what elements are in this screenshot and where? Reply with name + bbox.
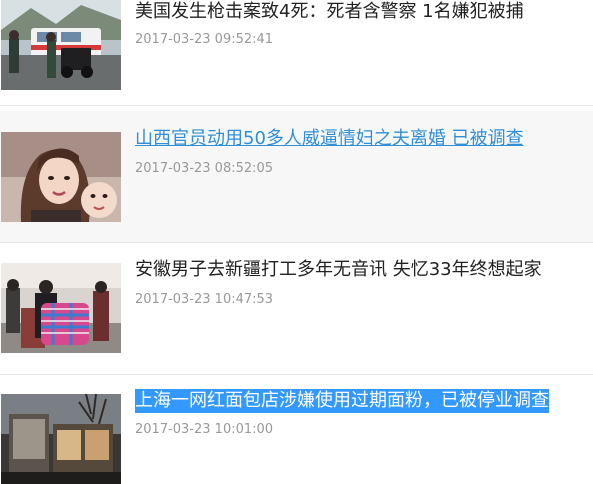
news-item[interactable]: 安徽男子去新疆打工多年无音讯 失忆33年终想起家 2017-03-23 10:4… <box>0 243 593 375</box>
news-headline[interactable]: 上海一网红面包店涉嫌使用过期面粉，已被停业调查 <box>135 389 549 413</box>
news-thumbnail[interactable] <box>1 263 121 353</box>
news-timestamp: 2017-03-23 09:52:41 <box>135 32 274 47</box>
news-item[interactable]: 上海一网红面包店涉嫌使用过期面粉，已被停业调查 2017-03-23 10:01… <box>0 375 593 484</box>
news-thumbnail[interactable] <box>1 0 121 90</box>
news-item[interactable]: 山西官员动用50多人威逼情妇之夫离婚 已被调查 2017-03-23 08:52… <box>0 111 593 243</box>
news-thumbnail[interactable] <box>1 394 121 484</box>
news-timestamp: 2017-03-23 08:52:05 <box>135 161 274 176</box>
news-headline[interactable]: 美国发生枪击案致4死：死者含警察 1名嫌犯被捕 <box>135 0 524 24</box>
news-item[interactable]: 美国发生枪击案致4死：死者含警察 1名嫌犯被捕 2017-03-23 09:52… <box>0 0 593 106</box>
news-headline[interactable]: 山西官员动用50多人威逼情妇之夫离婚 已被调查 <box>135 127 524 151</box>
news-list: 美国发生枪击案致4死：死者含警察 1名嫌犯被捕 2017-03-23 09:52… <box>0 0 593 484</box>
news-headline[interactable]: 安徽男子去新疆打工多年无音讯 失忆33年终想起家 <box>135 258 542 282</box>
news-timestamp: 2017-03-23 10:47:53 <box>135 292 274 307</box>
news-thumbnail[interactable] <box>1 132 121 222</box>
news-timestamp: 2017-03-23 10:01:00 <box>135 422 274 437</box>
